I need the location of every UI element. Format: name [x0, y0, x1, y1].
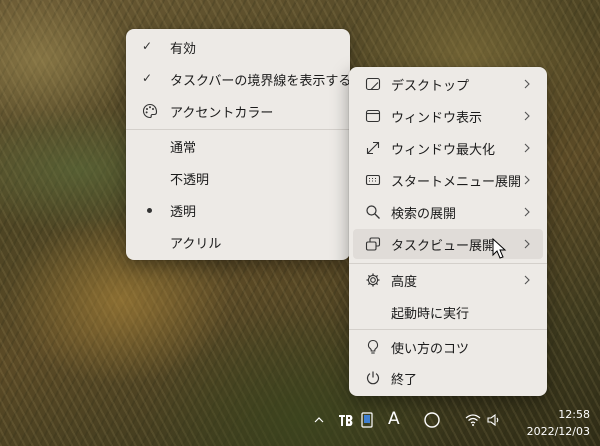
- menu-item-label: アクセントカラー: [170, 105, 274, 121]
- menu-item-label: 使い方のコツ: [391, 341, 470, 357]
- menu-item-window-maximize[interactable]: ウィンドウ最大化: [353, 133, 543, 163]
- checkmark-icon: ✓: [142, 71, 153, 85]
- menu-item-label: ウィンドウ最大化: [391, 142, 496, 158]
- menu-item-enabled[interactable]: ✓ 有効: [130, 32, 346, 62]
- palette-icon: [142, 103, 158, 119]
- menu-item-label: ウィンドウ表示: [391, 110, 483, 126]
- chevron-right-icon: [524, 207, 530, 217]
- menu-separator: [126, 129, 350, 130]
- chevron-right-icon: [524, 175, 530, 185]
- chevron-right-icon: [524, 111, 530, 121]
- menu-separator: [349, 263, 547, 264]
- taskbar-clock[interactable]: 12:58 2022/12/03: [527, 406, 590, 440]
- menu-item-label: 通常: [170, 140, 197, 156]
- menu-item-accent-color[interactable]: アクセントカラー: [130, 96, 346, 126]
- menu-item-label: タスクビュー展開: [391, 238, 496, 254]
- menu-item-acrylic[interactable]: アクリル: [130, 227, 346, 257]
- menu-item-task-view-expand[interactable]: タスクビュー展開: [353, 229, 543, 259]
- taskbar-app-icon[interactable]: [338, 412, 354, 428]
- menu-item-opaque[interactable]: 不透明: [130, 163, 346, 193]
- window-icon: [365, 109, 381, 123]
- taskbar: [0, 404, 600, 446]
- mouse-cursor-icon: [492, 238, 507, 259]
- task-view-icon: [365, 237, 381, 251]
- desktop-icon: [365, 77, 381, 91]
- menu-item-transparent[interactable]: 透明: [130, 195, 346, 225]
- menu-item-label: アクリル: [170, 236, 222, 252]
- moon-icon[interactable]: [423, 411, 441, 429]
- menu-item-tips[interactable]: 使い方のコツ: [353, 332, 543, 362]
- menu-item-normal[interactable]: 通常: [130, 131, 346, 161]
- menu-item-label: スタートメニュー展開: [391, 174, 522, 190]
- power-icon: [366, 371, 380, 385]
- menu-separator: [349, 329, 547, 330]
- chevron-right-icon: [524, 79, 530, 89]
- volume-icon[interactable]: [487, 413, 501, 427]
- menu-item-window-display[interactable]: ウィンドウ表示: [353, 101, 543, 131]
- menu-item-label: 高度: [391, 274, 418, 290]
- menu-item-search-expand[interactable]: 検索の展開: [353, 197, 543, 227]
- taskbar-style-submenu: ✓ 有効 ✓ タスクバーの境界線を表示する アクセントカラー 通常 不透明 透明…: [126, 29, 351, 260]
- menu-item-label: 不透明: [170, 172, 210, 188]
- checkmark-icon: ✓: [142, 39, 153, 53]
- menu-item-label: デスクトップ: [391, 78, 470, 94]
- chevron-up-icon[interactable]: [313, 414, 325, 426]
- lightbulb-icon: [367, 339, 379, 354]
- chevron-right-icon: [524, 275, 530, 285]
- radio-selected-dot-icon: [147, 208, 152, 213]
- chevron-right-icon: [524, 143, 530, 153]
- menu-item-label: 有効: [170, 41, 197, 57]
- font-icon[interactable]: A: [388, 409, 400, 429]
- menu-item-label: 起動時に実行: [391, 306, 470, 322]
- menu-item-label: タスクバーの境界線を表示する: [170, 73, 352, 89]
- search-icon: [366, 205, 380, 219]
- chevron-right-icon: [524, 239, 530, 249]
- maximize-arrow-icon: [366, 141, 380, 155]
- menu-item-run-at-startup[interactable]: 起動時に実行: [353, 297, 543, 327]
- clock-date: 2022/12/03: [526, 425, 590, 438]
- menu-item-start-menu-expand[interactable]: スタートメニュー展開: [353, 165, 543, 195]
- wifi-icon[interactable]: [465, 413, 481, 427]
- menu-item-desktop[interactable]: デスクトップ: [353, 69, 543, 99]
- menu-item-advanced[interactable]: 高度: [353, 265, 543, 295]
- main-context-menu: デスクトップ ウィンドウ表示 ウィンドウ最大化 スタートメニュー展開 検索の展開: [349, 67, 547, 396]
- menu-item-label: 透明: [170, 204, 197, 220]
- tablet-icon[interactable]: [361, 412, 373, 428]
- menu-item-show-border[interactable]: ✓ タスクバーの境界線を表示する: [130, 64, 351, 94]
- keyboard-icon: [365, 174, 381, 186]
- menu-item-label: 検索の展開: [391, 206, 457, 222]
- menu-item-label: 終了: [391, 372, 418, 388]
- gear-icon: [366, 273, 380, 287]
- menu-item-exit[interactable]: 終了: [353, 363, 543, 393]
- clock-time: 12:58: [558, 408, 590, 421]
